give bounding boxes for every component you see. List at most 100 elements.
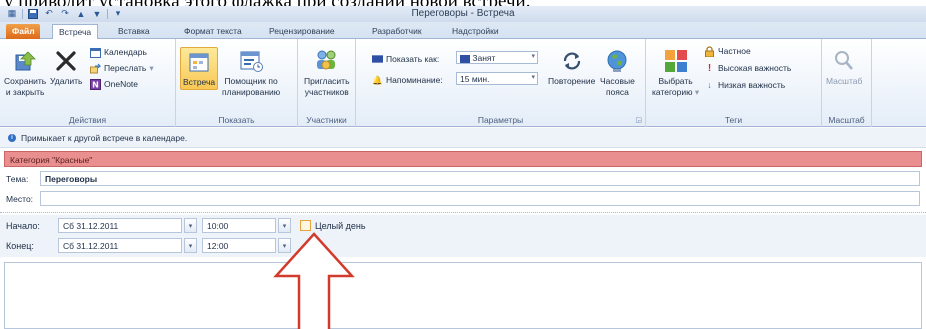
notes-body[interactable] bbox=[4, 262, 922, 329]
low-importance-button[interactable]: ↓ Низкая важность bbox=[704, 78, 785, 92]
reminder-dropdown-icon: ▾ bbox=[531, 74, 535, 81]
scheduling-icon bbox=[237, 47, 265, 75]
tab-developer[interactable]: Разработчик bbox=[366, 24, 428, 39]
categorize-icon bbox=[662, 47, 690, 75]
delete-button[interactable]: Удалить bbox=[50, 47, 82, 86]
location-label: Место: bbox=[6, 193, 34, 204]
scheduling-label-line1: Помощник по bbox=[224, 76, 278, 86]
tab-add-ins[interactable]: Надстройки bbox=[446, 24, 505, 39]
onenote-button[interactable]: N OneNote bbox=[90, 77, 138, 91]
group-actions-label: Действия bbox=[68, 115, 107, 125]
forward-dropdown-icon[interactable]: ▾ bbox=[149, 63, 153, 74]
down-arrow-icon: ↓ bbox=[707, 80, 712, 90]
onenote-icon: N bbox=[90, 78, 101, 90]
high-importance-label: Высокая важность bbox=[718, 63, 792, 73]
show-as-dropdown-icon: ▾ bbox=[531, 53, 535, 60]
time-zones-label-line1: Часовые bbox=[600, 76, 635, 86]
show-as-control: Показать как: bbox=[372, 52, 439, 66]
categorize-label-line1: Выбрать bbox=[658, 76, 693, 86]
people-icon bbox=[313, 47, 341, 75]
options-dialog-launcher-icon[interactable]: ◲ bbox=[635, 116, 642, 124]
save-close-label-line1: Сохранить bbox=[4, 76, 47, 86]
location-field[interactable] bbox=[40, 191, 920, 206]
svg-text:N: N bbox=[92, 80, 99, 89]
invite-attendees-button[interactable]: Пригласить участников bbox=[304, 47, 350, 97]
reminder-value: 15 мин. bbox=[460, 74, 490, 84]
recurrence-icon bbox=[558, 47, 586, 75]
info-bar-text: Примыкает к другой встрече в календаре. bbox=[21, 132, 188, 143]
end-date-field[interactable]: Сб 31.12.2011 bbox=[58, 238, 182, 253]
reminder-select[interactable]: 15 мин. ▾ bbox=[456, 72, 538, 85]
end-time-field[interactable]: 12:00 bbox=[202, 238, 276, 253]
group-show: Встреча Помощник по планированию Показат… bbox=[176, 39, 298, 127]
forward-button[interactable]: Переслать ▾ bbox=[90, 61, 154, 75]
magnifier-icon bbox=[830, 47, 858, 75]
reminder-control: 🔔 Напоминание: bbox=[372, 73, 443, 87]
start-date-dropdown-icon[interactable]: ▾ bbox=[184, 218, 197, 233]
invite-label-line1: Пригласить bbox=[304, 76, 350, 86]
lock-icon bbox=[704, 45, 715, 57]
time-panel: Начало: Сб 31.12.2011 ▾ 10:00 ▾ Целый де… bbox=[0, 215, 926, 257]
categorize-dropdown-icon: ▾ bbox=[694, 87, 700, 97]
all-day-checkbox[interactable] bbox=[300, 220, 311, 231]
zoom-button-label: Масштаб bbox=[826, 76, 863, 86]
reminder-bell-icon: 🔔 bbox=[372, 74, 383, 85]
globe-icon bbox=[603, 47, 631, 75]
appointment-view-button[interactable]: Встреча bbox=[180, 47, 219, 90]
categorize-label-text: категорию bbox=[652, 87, 693, 97]
group-zoom: Масштаб Масштаб bbox=[822, 39, 872, 127]
high-importance-button[interactable]: ! Высокая важность bbox=[704, 61, 791, 75]
recurrence-label: Повторение bbox=[548, 76, 596, 86]
subject-row: Тема: Переговоры bbox=[0, 171, 926, 186]
recurrence-button[interactable]: Повторение bbox=[548, 47, 595, 86]
categorize-button[interactable]: Выбрать категорию ▾ bbox=[652, 47, 699, 97]
time-zones-button[interactable]: Часовые пояса bbox=[600, 47, 635, 97]
group-zoom-label: Масштаб bbox=[828, 115, 865, 125]
group-show-label: Показать bbox=[218, 115, 255, 125]
exclamation-icon: ! bbox=[707, 62, 712, 74]
onenote-label: OneNote bbox=[104, 79, 139, 89]
tab-insert[interactable]: Вставка bbox=[112, 24, 156, 39]
save-close-icon bbox=[11, 47, 39, 75]
start-label: Начало: bbox=[6, 221, 40, 231]
group-options-label: Параметры bbox=[477, 115, 524, 125]
low-importance-label: Низкая важность bbox=[718, 80, 786, 90]
window-title: Переговоры - Встреча bbox=[411, 8, 515, 19]
start-date-field[interactable]: Сб 31.12.2011 bbox=[58, 218, 182, 233]
busy-color-swatch bbox=[460, 54, 470, 63]
calendar-button[interactable]: Календарь bbox=[90, 45, 147, 59]
forward-icon bbox=[90, 63, 101, 74]
end-date-dropdown-icon[interactable]: ▾ bbox=[184, 238, 197, 253]
show-as-select[interactable]: Занят ▾ bbox=[456, 51, 538, 64]
tab-file[interactable]: Файл bbox=[6, 24, 40, 39]
private-button[interactable]: Частное bbox=[704, 44, 751, 58]
time-zones-label-line2: пояса bbox=[605, 87, 629, 97]
category-bar: Категория "Красные" bbox=[4, 151, 922, 167]
categorize-label-line2: категорию ▾ bbox=[652, 88, 699, 97]
scheduling-label-line2: планированию bbox=[222, 87, 281, 97]
delete-label: Удалить bbox=[50, 76, 83, 86]
info-icon: i bbox=[8, 133, 16, 142]
subject-field[interactable]: Переговоры bbox=[40, 171, 920, 186]
appointment-window: ▦ ↶ ↷ ▲ ▼ ▾ Переговоры - Встреча Файл Вс… bbox=[0, 6, 926, 329]
calendar-icon bbox=[90, 47, 101, 58]
start-time-field[interactable]: 10:00 bbox=[202, 218, 276, 233]
tab-appointment[interactable]: Встреча bbox=[52, 24, 99, 40]
calendar-label: Календарь bbox=[104, 47, 147, 57]
tab-format-text[interactable]: Формат текста bbox=[178, 24, 248, 39]
forward-label: Переслать bbox=[104, 63, 147, 73]
start-time-dropdown-icon[interactable]: ▾ bbox=[278, 218, 291, 233]
annotation-arrow-icon bbox=[273, 232, 355, 329]
group-attendees-label: Участники bbox=[306, 115, 347, 125]
zoom-button[interactable]: Масштаб bbox=[826, 47, 862, 86]
ribbon-tabs: Файл Встреча Вставка Формат текста Рецен… bbox=[0, 22, 926, 40]
show-as-value: Занят bbox=[472, 53, 496, 63]
title-bar: ▦ ↶ ↷ ▲ ▼ ▾ Переговоры - Встреча bbox=[0, 6, 926, 22]
tab-review[interactable]: Рецензирование bbox=[263, 24, 341, 39]
location-row: Место: bbox=[0, 191, 926, 206]
group-tags-label: Теги bbox=[724, 115, 743, 125]
reminder-label: Напоминание: bbox=[386, 75, 443, 85]
appointment-view-label: Встреча bbox=[183, 77, 216, 87]
save-and-close-button[interactable]: Сохранить и закрыть bbox=[4, 47, 46, 97]
scheduling-assistant-button[interactable]: Помощник по планированию bbox=[222, 47, 280, 97]
